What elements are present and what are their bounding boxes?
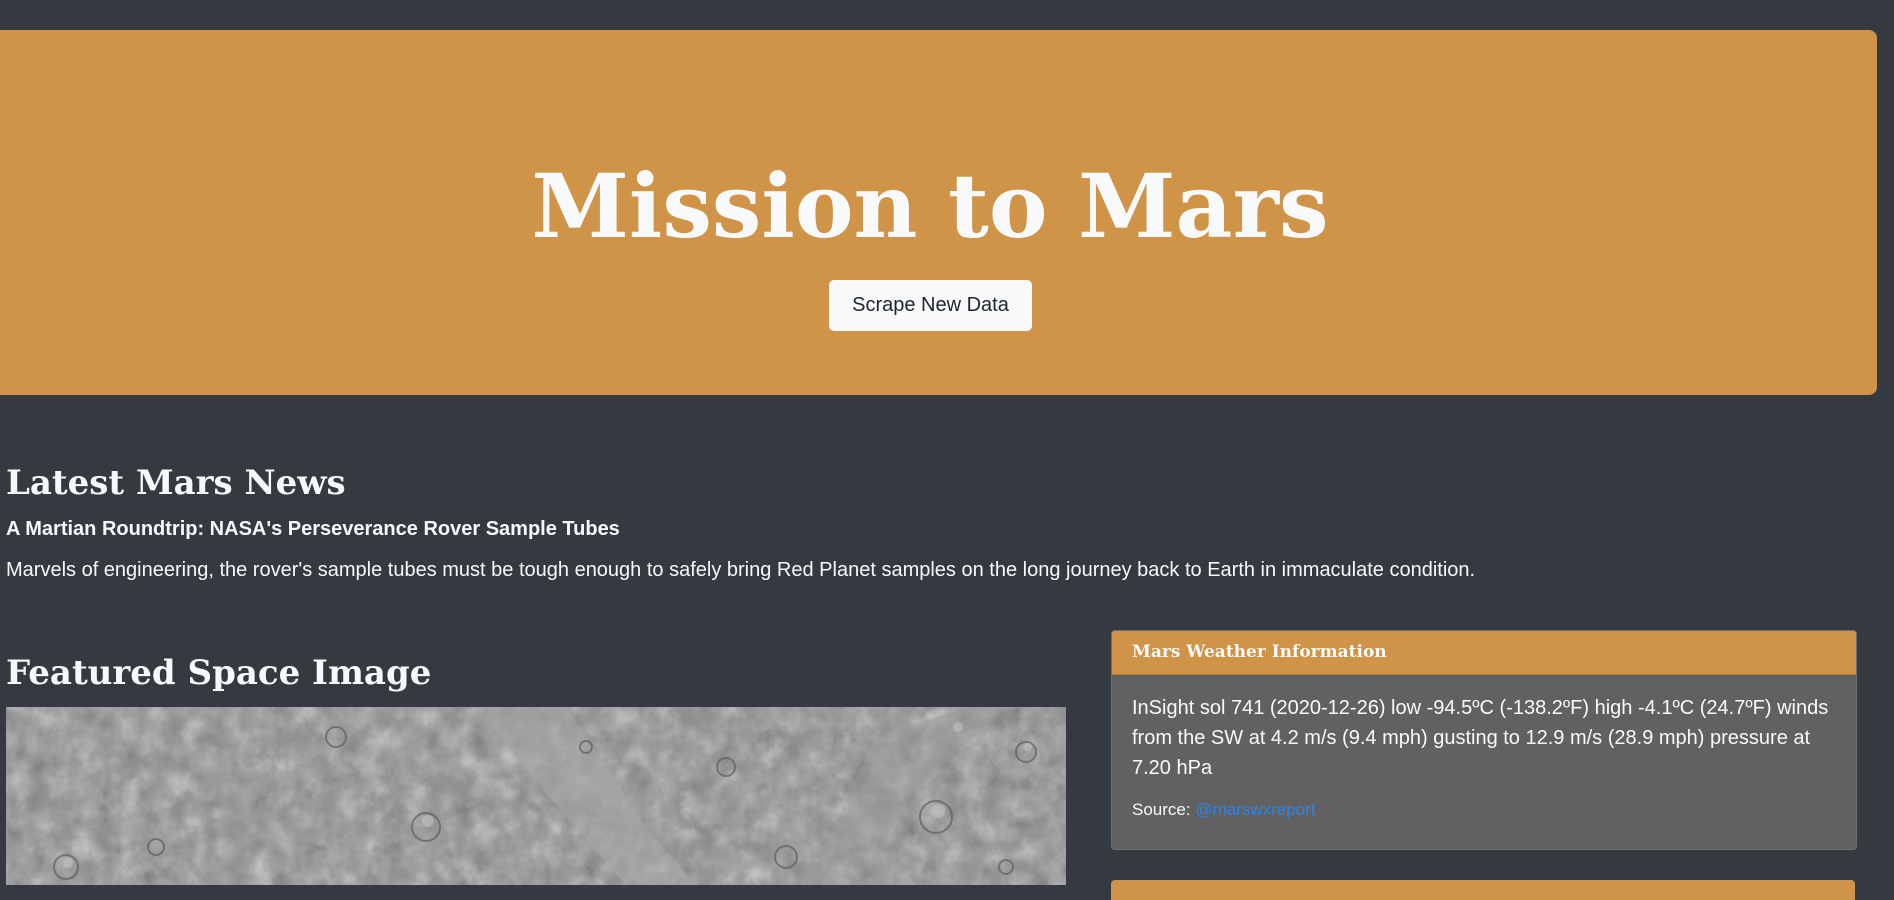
news-paragraph: Marvels of engineering, the rover's samp… [6,559,1476,581]
featured-space-image [6,707,1066,885]
news-title: A Martian Roundtrip: NASA's Perseverance… [6,518,620,540]
weather-text: InSight sol 741 (2020-12-26) low -94.5ºC… [1132,697,1829,779]
weather-source-label: Source: [1132,800,1191,819]
weather-card-header: Mars Weather Information [1112,631,1856,675]
featured-image-heading: Featured Space Image [6,653,432,693]
weather-source: Source: @marswxreport [1132,799,1836,821]
page-title: Mission to Mars [531,154,1329,258]
next-card-header [1111,880,1855,900]
weather-card: Mars Weather Information InSight sol 741… [1111,630,1857,850]
weather-source-link[interactable]: @marswxreport [1195,800,1315,819]
news-heading: Latest Mars News [6,463,346,503]
scrape-new-data-button[interactable]: Scrape New Data [829,280,1032,331]
jumbotron: Mission to Mars Scrape New Data [0,30,1877,395]
weather-card-body: InSight sol 741 (2020-12-26) low -94.5ºC… [1112,675,1856,821]
